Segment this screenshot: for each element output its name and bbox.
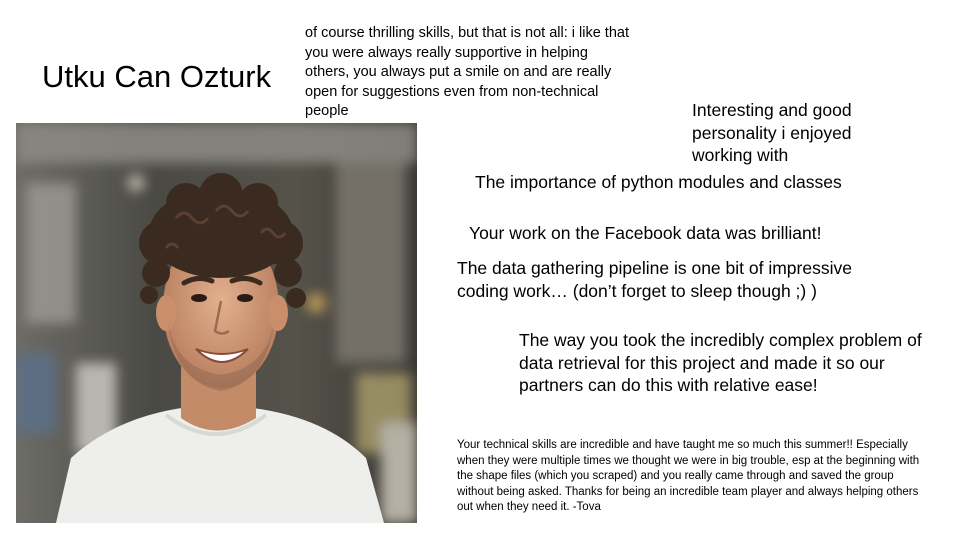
portrait-illustration — [16, 123, 417, 523]
comment-pipeline: The data gathering pipeline is one bit o… — [457, 258, 852, 301]
comment-facebook-data: Your work on the Facebook data was brill… — [469, 223, 822, 243]
comment-supportive: of course thrilling skills, but that is … — [305, 25, 629, 119]
comment-personality: Interesting and good personality i enjoy… — [692, 100, 852, 165]
portrait-photo — [16, 123, 417, 523]
slide-title: Utku Can Ozturk — [42, 59, 272, 94]
comment-data-retrieval: The way you took the incredibly complex … — [519, 330, 922, 395]
comment-tova: Your technical skills are incredible and… — [457, 439, 920, 513]
comment-python-modules: The importance of python modules and cla… — [475, 172, 842, 192]
